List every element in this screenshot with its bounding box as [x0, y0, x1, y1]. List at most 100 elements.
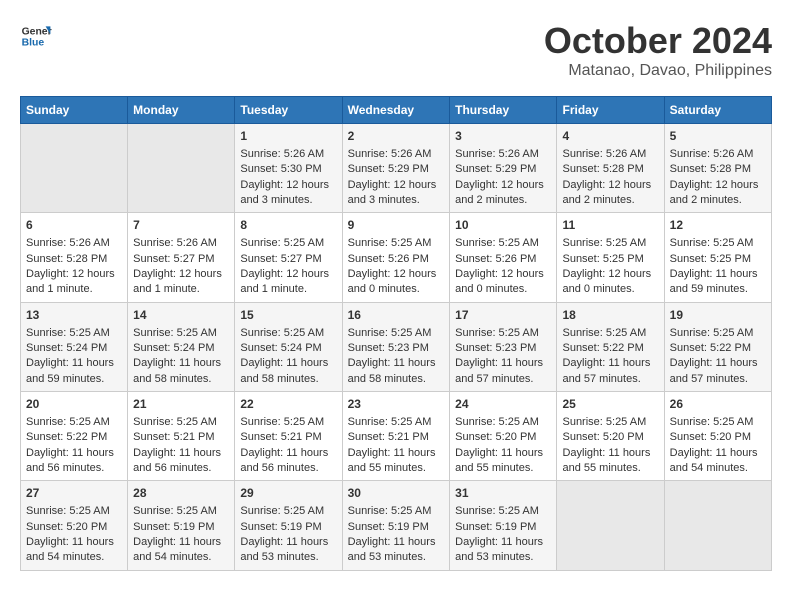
sunset-text: Sunset: 5:19 PM [455, 520, 551, 535]
sunrise-text: Sunrise: 5:26 AM [562, 147, 658, 162]
calendar-cell: 25 Sunrise: 5:25 AMSunset: 5:20 PMDayligh… [557, 392, 664, 481]
sunrise-text: Sunrise: 5:25 AM [562, 326, 658, 341]
sunrise-text: Sunrise: 5:25 AM [562, 415, 658, 430]
sunrise-text: Sunrise: 5:25 AM [348, 326, 445, 341]
svg-text:Blue: Blue [22, 38, 45, 49]
sunset-text: Sunset: 5:19 PM [240, 520, 336, 535]
day-header-wednesday: Wednesday [342, 97, 450, 124]
daylight-text: Daylight: 11 hours and 58 minutes. [133, 356, 229, 387]
day-number: 3 [455, 128, 551, 145]
daylight-text: Daylight: 11 hours and 58 minutes. [348, 356, 445, 387]
week-row-4: 20 Sunrise: 5:25 AM Sunset: 5:22 PM Dayligh… [21, 392, 772, 481]
calendar-cell: 18Sunrise: 5:25 AMSunset: 5:22 PMDayligh… [557, 302, 664, 391]
calendar-cell: 23Sunrise: 5:25 AMSunset: 5:21 PMDayligh… [342, 392, 450, 481]
sunset-text: Sunset: 5:20 PM [455, 430, 551, 445]
logo-icon: General Blue [20, 20, 52, 52]
daylight-text: Daylight: 12 hours and 2 minutes. [670, 178, 766, 209]
calendar-cell: 12Sunrise: 5:25 AMSunset: 5:25 PMDayligh… [664, 213, 771, 302]
daylight-text: Daylight: 11 hours and 59 minutes. [26, 356, 122, 387]
daylight-text: Daylight: 12 hours and 3 minutes. [348, 178, 445, 209]
calendar-cell: 13Sunrise: 5:25 AMSunset: 5:24 PMDayligh… [21, 302, 128, 391]
day-number: 8 [240, 217, 336, 234]
calendar-cell: 16Sunrise: 5:25 AMSunset: 5:23 PMDayligh… [342, 302, 450, 391]
calendar-cell: 7Sunrise: 5:26 AMSunset: 5:27 PMDaylight… [128, 213, 235, 302]
sunrise-text: Sunrise: 5:25 AM [670, 415, 766, 430]
logo: General Blue [20, 20, 52, 52]
daylight-text: Daylight: 11 hours and 59 minutes. [670, 267, 766, 298]
calendar-cell: 4Sunrise: 5:26 AMSunset: 5:28 PMDaylight… [557, 124, 664, 213]
sunset-text: Sunset: 5:23 PM [348, 341, 445, 356]
calendar-cell: 5Sunrise: 5:26 AMSunset: 5:28 PMDaylight… [664, 124, 771, 213]
calendar-cell: 11Sunrise: 5:25 AMSunset: 5:25 PMDayligh… [557, 213, 664, 302]
day-number: 14 [133, 307, 229, 324]
sunset-text: Sunset: 5:21 PM [133, 430, 229, 445]
daylight-text: Daylight: 11 hours and 54 minutes. [26, 535, 122, 566]
month-title: October 2024 [544, 20, 772, 62]
daylight-text: Daylight: 12 hours and 2 minutes. [455, 178, 551, 209]
day-number: 17 [455, 307, 551, 324]
day-number: 28 [133, 485, 229, 502]
daylight-text: Daylight: 11 hours and 57 minutes. [670, 356, 766, 387]
day-header-friday: Friday [557, 97, 664, 124]
week-row-2: 6Sunrise: 5:26 AMSunset: 5:28 PMDaylight… [21, 213, 772, 302]
sunset-text: Sunset: 5:26 PM [455, 252, 551, 267]
sunset-text: Sunset: 5:29 PM [348, 162, 445, 177]
sunset-text: Sunset: 5:21 PM [348, 430, 445, 445]
calendar-cell: 28Sunrise: 5:25 AMSunset: 5:19 PMDayligh… [128, 481, 235, 570]
sunrise-text: Sunrise: 5:25 AM [348, 415, 445, 430]
sunset-text: Sunset: 5:20 PM [562, 430, 658, 445]
daylight-text: Daylight: 12 hours and 0 minutes. [455, 267, 551, 298]
daylight-text: Daylight: 12 hours and 0 minutes. [562, 267, 658, 298]
day-number: 12 [670, 217, 766, 234]
daylight-text: Daylight: 11 hours and 55 minutes. [348, 446, 445, 477]
daylight-text: Daylight: 11 hours and 54 minutes. [133, 535, 229, 566]
day-number: 29 [240, 485, 336, 502]
daylight-text: Daylight: 12 hours and 3 minutes. [240, 178, 336, 209]
calendar-cell: 22Sunrise: 5:25 AMSunset: 5:21 PMDayligh… [235, 392, 342, 481]
day-header-saturday: Saturday [664, 97, 771, 124]
calendar-cell: 6Sunrise: 5:26 AMSunset: 5:28 PMDaylight… [21, 213, 128, 302]
calendar-cell: 14Sunrise: 5:25 AMSunset: 5:24 PMDayligh… [128, 302, 235, 391]
sunset-text: Sunset: 5:27 PM [240, 252, 336, 267]
sunrise-text: Sunrise: 5:25 AM [670, 326, 766, 341]
calendar-cell: 24Sunrise: 5:25 AMSunset: 5:20 PMDayligh… [450, 392, 557, 481]
daylight-text: Daylight: 11 hours and 56 minutes. [133, 446, 229, 477]
day-number: 25 [562, 396, 658, 413]
day-number: 20 [26, 396, 122, 413]
daylight-text: Daylight: 11 hours and 53 minutes. [455, 535, 551, 566]
day-number: 31 [455, 485, 551, 502]
calendar-cell: 19Sunrise: 5:25 AMSunset: 5:22 PMDayligh… [664, 302, 771, 391]
sunrise-text: Sunrise: 5:25 AM [26, 504, 122, 519]
day-header-monday: Monday [128, 97, 235, 124]
sunrise-text: Sunrise: 5:25 AM [240, 504, 336, 519]
day-number: 24 [455, 396, 551, 413]
sunset-text: Sunset: 5:20 PM [670, 430, 766, 445]
day-number: 5 [670, 128, 766, 145]
sunset-text: Sunset: 5:22 PM [26, 430, 122, 445]
sunset-text: Sunset: 5:21 PM [240, 430, 336, 445]
sunrise-text: Sunrise: 5:26 AM [26, 236, 122, 251]
daylight-text: Daylight: 11 hours and 57 minutes. [455, 356, 551, 387]
calendar-cell: 17Sunrise: 5:25 AMSunset: 5:23 PMDayligh… [450, 302, 557, 391]
title-block: October 2024 Matanao, Davao, Philippines [544, 20, 772, 80]
calendar-cell: 27Sunrise: 5:25 AMSunset: 5:20 PMDayligh… [21, 481, 128, 570]
sunset-text: Sunset: 5:29 PM [455, 162, 551, 177]
calendar-cell [128, 124, 235, 213]
day-number: 19 [670, 307, 766, 324]
sunset-text: Sunset: 5:30 PM [240, 162, 336, 177]
day-number: 1 [240, 128, 336, 145]
week-row-5: 27Sunrise: 5:25 AMSunset: 5:20 PMDayligh… [21, 481, 772, 570]
sunrise-text: Sunrise: 5:25 AM [133, 504, 229, 519]
sunrise-text: Sunrise: 5:25 AM [562, 236, 658, 251]
week-row-1: 1Sunrise: 5:26 AMSunset: 5:30 PMDaylight… [21, 124, 772, 213]
sunset-text: Sunset: 5:22 PM [562, 341, 658, 356]
sunrise-text: Sunrise: 5:25 AM [455, 326, 551, 341]
sunrise-text: Sunrise: 5:26 AM [133, 236, 229, 251]
calendar-cell: 2Sunrise: 5:26 AMSunset: 5:29 PMDaylight… [342, 124, 450, 213]
calendar-cell: 10Sunrise: 5:25 AMSunset: 5:26 PMDayligh… [450, 213, 557, 302]
sunrise-text: Sunrise: 5:25 AM [348, 236, 445, 251]
calendar-cell: 21Sunrise: 5:25 AMSunset: 5:21 PMDayligh… [128, 392, 235, 481]
daylight-text: Daylight: 11 hours and 55 minutes. [562, 446, 658, 477]
day-number: 18 [562, 307, 658, 324]
sunrise-text: Sunrise: 5:25 AM [455, 415, 551, 430]
